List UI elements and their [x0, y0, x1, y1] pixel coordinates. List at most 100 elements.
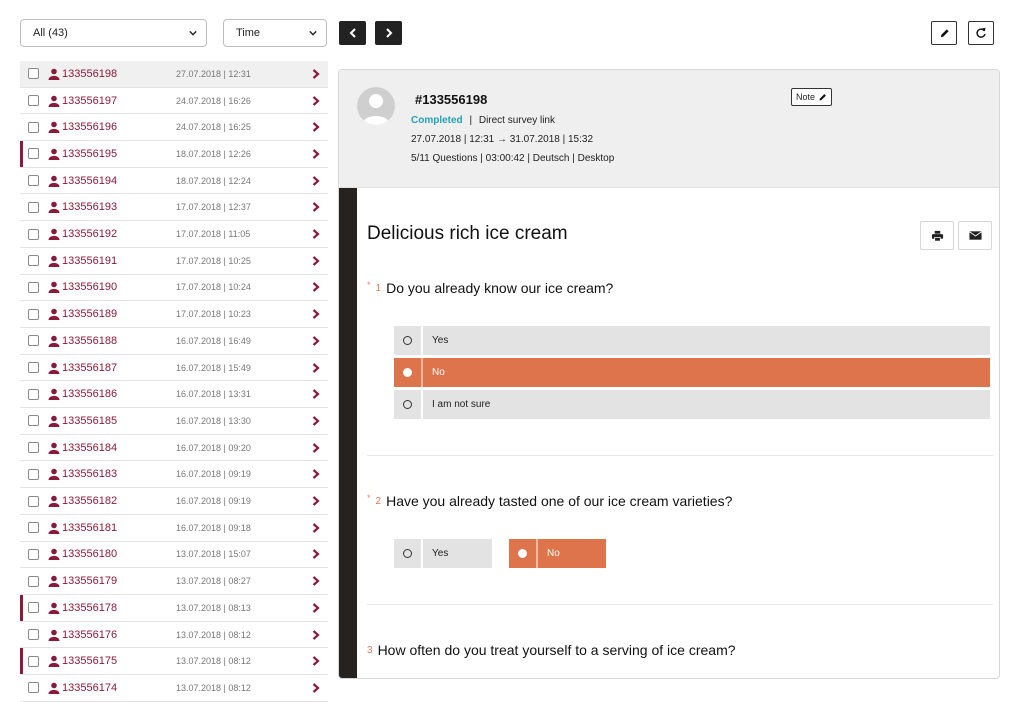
list-item[interactable]: 133556189 17.07.2018 | 10:23: [20, 301, 328, 328]
list-item[interactable]: 133556174 13.07.2018 | 08:12: [20, 675, 328, 702]
radio-button[interactable]: [394, 358, 423, 387]
radio-button[interactable]: [394, 326, 423, 355]
response-id[interactable]: 133556183: [62, 468, 117, 480]
chevron-right-icon[interactable]: [312, 549, 320, 560]
list-item[interactable]: 133556183 16.07.2018 | 09:19: [20, 462, 328, 489]
list-item[interactable]: 133556178 13.07.2018 | 08:13: [20, 595, 328, 622]
row-checkbox[interactable]: [28, 629, 39, 641]
chevron-right-icon[interactable]: [312, 229, 320, 239]
list-item[interactable]: 133556192 17.07.2018 | 11:05: [20, 221, 328, 248]
list-item[interactable]: 133556187 16.07.2018 | 15:49: [20, 355, 328, 382]
chevron-right-icon[interactable]: [312, 603, 320, 613]
note-button[interactable]: Note: [791, 88, 833, 106]
radio-button[interactable]: [394, 539, 423, 568]
chevron-right-icon[interactable]: [312, 442, 320, 453]
row-checkbox[interactable]: [28, 602, 39, 614]
row-checkbox[interactable]: [28, 388, 39, 400]
chevron-right-icon[interactable]: [312, 149, 320, 159]
filter-select[interactable]: All (43): [20, 19, 207, 47]
list-item[interactable]: 133556176 13.07.2018 | 08:12: [20, 622, 328, 649]
response-id[interactable]: 133556185: [62, 415, 117, 427]
row-checkbox[interactable]: [28, 442, 39, 454]
chevron-right-icon[interactable]: [312, 522, 320, 533]
reset-button[interactable]: [968, 21, 994, 45]
response-id[interactable]: 133556178: [62, 602, 117, 614]
response-id[interactable]: 133556184: [62, 442, 117, 454]
list-item[interactable]: 133556179 13.07.2018 | 08:27: [20, 568, 328, 595]
list-item[interactable]: 133556198 27.07.2018 | 12:31: [20, 61, 328, 88]
list-item[interactable]: 133556175 13.07.2018 | 08:12: [20, 648, 328, 676]
edit-button[interactable]: [931, 21, 957, 45]
response-id[interactable]: 133556198: [62, 68, 117, 80]
response-id[interactable]: 133556182: [62, 495, 117, 507]
chevron-right-icon[interactable]: [312, 496, 320, 506]
row-checkbox[interactable]: [28, 121, 39, 133]
chevron-right-icon[interactable]: [312, 175, 320, 186]
row-checkbox[interactable]: [28, 228, 39, 240]
row-checkbox[interactable]: [28, 255, 39, 267]
chevron-right-icon[interactable]: [312, 416, 320, 426]
option-not-sure[interactable]: I am not sure: [394, 390, 990, 419]
next-button[interactable]: [375, 21, 402, 45]
row-checkbox[interactable]: [28, 95, 39, 107]
response-id[interactable]: 133556194: [62, 175, 117, 187]
list-item[interactable]: 133556195 18.07.2018 | 12:26: [20, 141, 328, 168]
chevron-right-icon[interactable]: [312, 122, 320, 133]
row-checkbox[interactable]: [28, 575, 39, 587]
list-item[interactable]: 133556185 16.07.2018 | 13:30: [20, 408, 328, 435]
chevron-right-icon[interactable]: [312, 656, 320, 667]
radio-button[interactable]: [394, 390, 423, 419]
row-checkbox[interactable]: [28, 201, 39, 213]
response-id[interactable]: 133556191: [62, 255, 117, 267]
list-item[interactable]: 133556180 13.07.2018 | 15:07: [20, 542, 328, 569]
list-item[interactable]: 133556184 16.07.2018 | 09:20: [20, 435, 328, 462]
chevron-right-icon[interactable]: [312, 336, 320, 346]
list-item[interactable]: 133556193 17.07.2018 | 12:37: [20, 195, 328, 222]
sort-select[interactable]: Time: [223, 19, 327, 47]
response-id[interactable]: 133556180: [62, 548, 117, 560]
response-id[interactable]: 133556188: [62, 335, 117, 347]
response-id[interactable]: 133556186: [62, 388, 117, 400]
response-id[interactable]: 133556179: [62, 575, 117, 587]
email-button[interactable]: [958, 221, 992, 250]
response-id[interactable]: 133556197: [62, 95, 117, 107]
response-id[interactable]: 133556190: [62, 281, 117, 293]
list-item[interactable]: 133556181 16.07.2018 | 09:18: [20, 515, 328, 542]
row-checkbox[interactable]: [28, 148, 39, 160]
row-checkbox[interactable]: [28, 415, 39, 427]
chevron-right-icon[interactable]: [312, 362, 320, 373]
chevron-right-icon[interactable]: [312, 576, 320, 586]
row-checkbox[interactable]: [28, 175, 39, 187]
list-item[interactable]: 133556194 18.07.2018 | 12:24: [20, 168, 328, 195]
response-id[interactable]: 133556195: [62, 148, 117, 160]
chevron-right-icon[interactable]: [312, 282, 320, 293]
list-item[interactable]: 133556191 17.07.2018 | 10:25: [20, 248, 328, 275]
list-item[interactable]: 133556188 16.07.2018 | 16:49: [20, 328, 328, 355]
list-item[interactable]: 133556186 16.07.2018 | 13:31: [20, 381, 328, 409]
radio-button[interactable]: [509, 539, 538, 568]
option-no-selected[interactable]: No: [394, 358, 990, 387]
chevron-right-icon[interactable]: [312, 309, 320, 319]
response-id[interactable]: 133556193: [62, 201, 117, 213]
list-item[interactable]: 133556182 16.07.2018 | 09:19: [20, 488, 328, 515]
option-yes[interactable]: Yes: [394, 326, 990, 355]
row-checkbox[interactable]: [28, 468, 39, 480]
row-checkbox[interactable]: [28, 682, 39, 694]
chevron-right-icon[interactable]: [312, 202, 320, 213]
row-checkbox[interactable]: [28, 308, 39, 320]
response-id[interactable]: 133556187: [62, 362, 117, 374]
chevron-right-icon[interactable]: [312, 469, 320, 480]
row-checkbox[interactable]: [28, 495, 39, 507]
row-checkbox[interactable]: [28, 655, 39, 667]
list-item[interactable]: 133556196 24.07.2018 | 16:25: [20, 114, 328, 142]
chevron-right-icon[interactable]: [312, 683, 320, 693]
chevron-right-icon[interactable]: [312, 255, 320, 266]
row-checkbox[interactable]: [28, 548, 39, 560]
response-id[interactable]: 133556176: [62, 629, 117, 641]
row-checkbox[interactable]: [28, 522, 39, 534]
response-id[interactable]: 133556189: [62, 308, 117, 320]
chevron-right-icon[interactable]: [312, 95, 320, 106]
option-yes[interactable]: Yes: [394, 539, 492, 568]
list-item[interactable]: 133556190 17.07.2018 | 10:24: [20, 275, 328, 302]
row-checkbox[interactable]: [28, 281, 39, 293]
